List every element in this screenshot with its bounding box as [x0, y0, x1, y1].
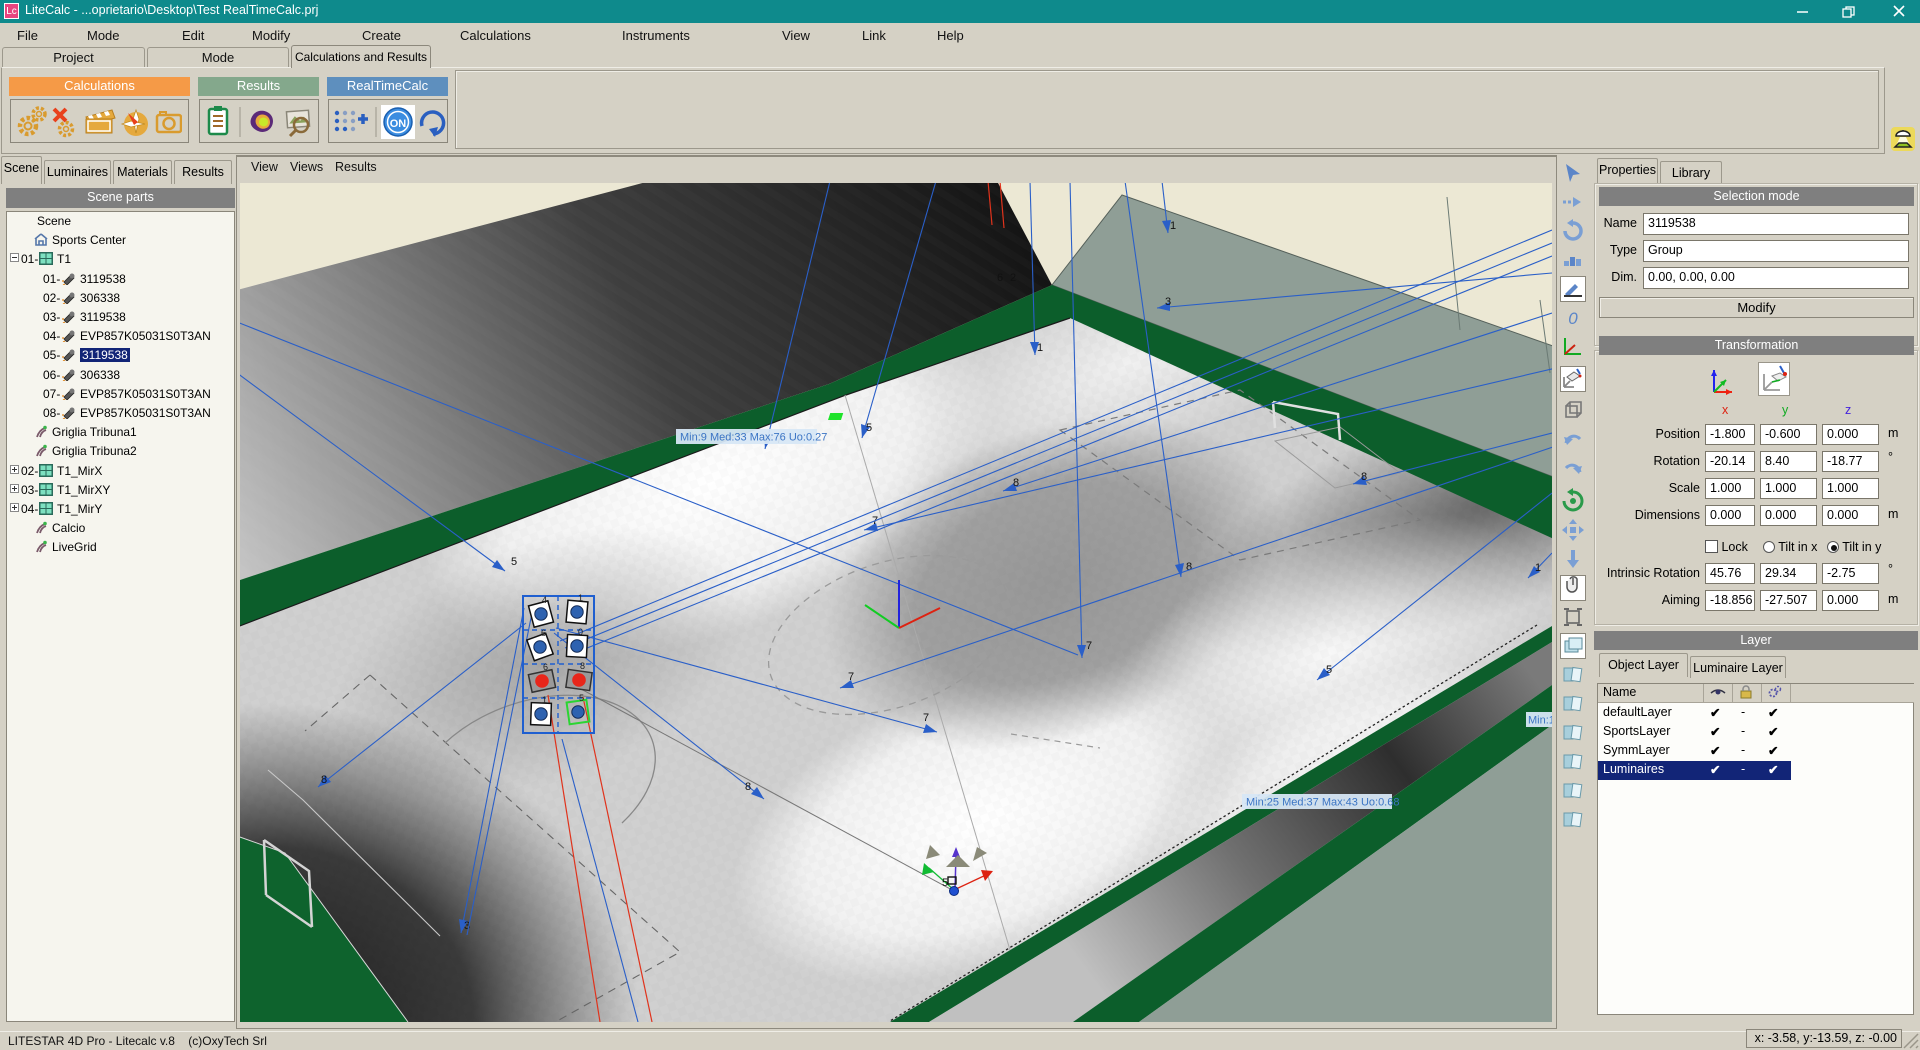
svg-text:8: 8	[1013, 477, 1019, 489]
svg-text:6: 6	[541, 628, 546, 638]
svg-text:8: 8	[1361, 471, 1367, 483]
svg-text:7: 7	[848, 671, 854, 683]
svg-text:1: 1	[1037, 342, 1043, 354]
svg-text:1: 1	[1535, 562, 1541, 574]
svg-text:1: 1	[578, 593, 583, 603]
svg-text:6: 6	[543, 662, 548, 672]
svg-text:Min:25 Med:37 Max:43 Uo:0.68: Min:25 Med:37 Max:43 Uo:0.68	[1246, 797, 1399, 809]
svg-text:3: 3	[1165, 296, 1171, 308]
svg-text:8: 8	[321, 774, 327, 786]
svg-text:5: 5	[1326, 664, 1332, 676]
svg-text:Min:9 Med:33 Max:76 Uo:0.27: Min:9 Med:33 Max:76 Uo:0.27	[680, 432, 827, 444]
svg-text:5: 5	[579, 693, 584, 703]
svg-text:5: 5	[942, 877, 948, 889]
svg-text:0: 0	[578, 627, 583, 637]
svg-text:4: 4	[542, 595, 547, 605]
svg-text:5: 5	[866, 422, 872, 434]
svg-text:ON: ON	[390, 118, 407, 130]
svg-text:6: 6	[997, 272, 1003, 284]
svg-text:8: 8	[580, 661, 585, 671]
svg-text:0: 0	[1568, 309, 1578, 328]
svg-text:1: 1	[1170, 220, 1176, 232]
svg-text:5: 5	[511, 556, 517, 568]
svg-text:Min:14: Min:14	[1528, 715, 1552, 727]
svg-text:8: 8	[745, 781, 751, 793]
svg-text:7: 7	[923, 712, 929, 724]
svg-text:7: 7	[1086, 640, 1092, 652]
svg-text:1: 1	[542, 695, 547, 705]
svg-text:2: 2	[1010, 272, 1016, 284]
